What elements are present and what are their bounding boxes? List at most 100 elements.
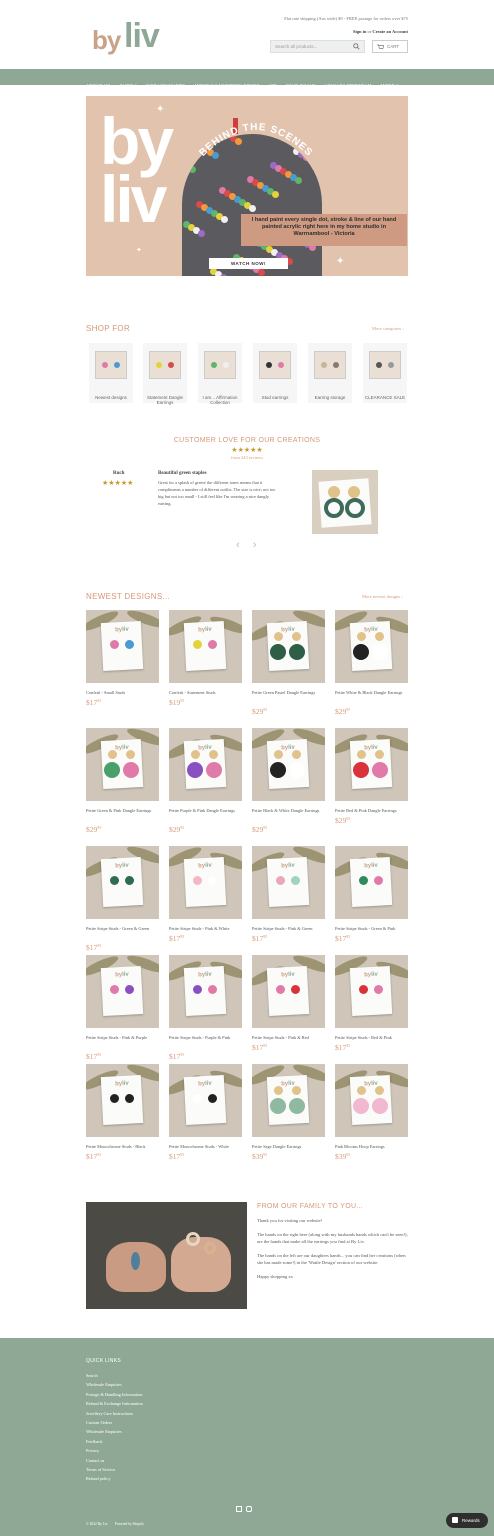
footer-link[interactable]: Feedback — [86, 1437, 143, 1446]
product-name[interactable]: Confetti - Statement Studs — [169, 689, 242, 697]
footer-link[interactable]: Refund policy — [86, 1474, 143, 1483]
category-card[interactable]: Stud earrings — [253, 343, 297, 403]
category-thumbnail — [259, 351, 291, 379]
footer-link[interactable]: Wholesale Enquiries — [86, 1427, 143, 1436]
category-label: Earring storage — [314, 395, 346, 400]
footer-link[interactable]: Terms of Service — [86, 1465, 143, 1474]
product-name[interactable]: Petite Stripe Studs - Pink & Green — [252, 925, 325, 933]
search-input[interactable]: Search all products... — [270, 40, 365, 53]
category-label: Newest designs — [95, 395, 127, 400]
footer-link[interactable]: Custom Orders — [86, 1418, 143, 1427]
product-name[interactable]: Petite Monochrome Studs - Black — [86, 1143, 159, 1151]
product-image[interactable]: byliv — [86, 728, 159, 801]
product-image[interactable]: byliv — [169, 610, 242, 683]
cart-button[interactable]: CART — [372, 40, 408, 53]
product-image[interactable]: byliv — [335, 846, 408, 919]
product-name[interactable]: Petite Stripe Studs - Green & Pink — [335, 925, 408, 933]
product-name[interactable]: Petite White & Black Dangle Earrings — [335, 689, 408, 697]
quick-links-title: QUICK LINKS — [86, 1358, 121, 1364]
footer-link[interactable]: Postage & Handling Information — [86, 1390, 143, 1399]
nav-item-6[interactable]: LOYALTY PROGRAM — [325, 83, 372, 88]
sign-in-link[interactable]: Sign in — [353, 29, 366, 34]
product-name[interactable]: Petite Red & Pink Dangle Earrings — [335, 807, 408, 815]
nav-item-4[interactable]: VIP — [269, 83, 277, 88]
product-name[interactable]: Petite Stripe Studs - Pink & Red — [252, 1034, 325, 1042]
category-card[interactable]: Statement Dangle Earrings — [143, 343, 187, 405]
product-image[interactable]: byliv — [335, 1064, 408, 1137]
category-thumbnail — [369, 351, 401, 379]
product-price: $3995 — [252, 1152, 268, 1161]
search-icon[interactable] — [353, 43, 360, 50]
family-p1: Thank you for visiting our website! — [257, 1218, 323, 1223]
category-card[interactable]: I am... Affirmation Collection — [198, 343, 242, 405]
product-name[interactable]: Petite Green Pastel Dangle Earrings — [252, 689, 325, 697]
product-name[interactable]: Petite Stripe Studs - Purple & Pink — [169, 1034, 242, 1042]
review-carousel-arrows[interactable]: ‹ › — [236, 539, 261, 551]
category-card[interactable]: Newest designs — [89, 343, 133, 403]
product-price: $1795 — [86, 943, 102, 952]
product-name[interactable]: Petite Green & Pink Dangle Earrings — [86, 807, 159, 815]
rewards-button[interactable]: Rewards — [446, 1513, 488, 1528]
product-name[interactable]: Petite Purple & Pink Dangle Earrings — [169, 807, 242, 815]
product-image[interactable]: byliv — [86, 1064, 159, 1137]
product-price: $1795 — [252, 1043, 268, 1052]
category-card[interactable]: Earring storage — [308, 343, 352, 403]
instagram-icon[interactable] — [246, 1506, 252, 1512]
product-image[interactable]: byliv — [169, 955, 242, 1028]
product-name[interactable]: Petite Stripe Studs - Pink & White — [169, 925, 242, 933]
footer-link[interactable]: Wholesale Enquiries — [86, 1380, 143, 1389]
search-placeholder: Search all products... — [275, 44, 318, 49]
powered-by-link[interactable]: Powered by Shopify — [115, 1522, 144, 1526]
product-image[interactable]: byliv — [335, 955, 408, 1028]
site-logo[interactable]: by liv — [92, 17, 162, 55]
hero-liv: liv — [100, 162, 167, 236]
product-name[interactable]: Confetti - Small Studs — [86, 689, 159, 697]
nav-item-0[interactable]: ABOUT US — [86, 83, 111, 88]
watch-now-button[interactable]: WATCH NOW! — [209, 258, 288, 269]
hero-banner[interactable]: by liv BEHIND THE SCENES I hand paint eve… — [86, 96, 408, 276]
product-image[interactable]: byliv — [252, 728, 325, 801]
product-name[interactable]: Petite Sage Dangle Earrings — [252, 1143, 325, 1151]
reviews-count[interactable]: from 343 reviews — [0, 455, 494, 460]
review-photo[interactable] — [312, 470, 378, 534]
nav-item-1[interactable]: SHOP ▾ — [120, 83, 137, 89]
footer-link[interactable]: Jewellery Care Instructions — [86, 1409, 143, 1418]
cart-icon — [377, 44, 384, 49]
product-name[interactable]: Petite Black & White Dangle Earrings — [252, 807, 325, 815]
family-text: Thank you for visiting our website! The … — [257, 1217, 409, 1286]
footer-link[interactable]: Search — [86, 1371, 143, 1380]
more-categories-link[interactable]: More categories › — [372, 326, 404, 331]
nav-item-5[interactable]: WHOLESALE — [286, 83, 316, 88]
product-image[interactable]: byliv — [335, 728, 408, 801]
product-image[interactable]: byliv — [252, 955, 325, 1028]
product-image[interactable]: byliv — [169, 1064, 242, 1137]
product-name[interactable]: Petite Stripe Studs - Pink & Purple — [86, 1034, 159, 1042]
product-image[interactable]: byliv — [335, 610, 408, 683]
footer-link[interactable]: Contact us — [86, 1456, 143, 1465]
product-image[interactable]: byliv — [252, 610, 325, 683]
product-name[interactable]: Petite Stripe Studs - Red & Pink — [335, 1034, 408, 1042]
product-image[interactable]: byliv — [169, 728, 242, 801]
product-image[interactable]: byliv — [86, 955, 159, 1028]
footer-link[interactable]: Privacy — [86, 1446, 143, 1455]
footer-link[interactable]: Refund & Exchange Information — [86, 1399, 143, 1408]
product-image[interactable]: byliv — [252, 1064, 325, 1137]
earring-card: byliv — [266, 965, 310, 1017]
nav-item-7[interactable]: MORE ▾ — [381, 83, 399, 89]
product-image[interactable]: byliv — [86, 846, 159, 919]
product-image[interactable]: byliv — [169, 846, 242, 919]
product-image[interactable]: byliv — [252, 846, 325, 919]
more-newest-link[interactable]: More newest designs › — [362, 594, 403, 599]
product-name[interactable]: Pink Blooms Hoop Earrings — [335, 1143, 408, 1151]
sparkle-icon: ✦ — [136, 246, 142, 254]
product-name[interactable]: Petite Stripe Studs - Green & Green — [86, 925, 159, 933]
create-account-link[interactable]: Create an Account — [372, 29, 408, 34]
product-image[interactable]: byliv — [86, 610, 159, 683]
category-label: Statement Dangle Earrings — [146, 395, 184, 405]
product-name[interactable]: Petite Monochrome Studs - White — [169, 1143, 242, 1151]
nav-item-2[interactable]: GIFT VOUCHERS — [146, 83, 186, 88]
category-card[interactable]: CLEARANCE SALE — [363, 343, 407, 403]
facebook-icon[interactable] — [236, 1506, 242, 1512]
family-hands-photo — [86, 1202, 247, 1309]
nav-item-3[interactable]: MONTHLY MYSTERY BOXES — [194, 83, 259, 88]
